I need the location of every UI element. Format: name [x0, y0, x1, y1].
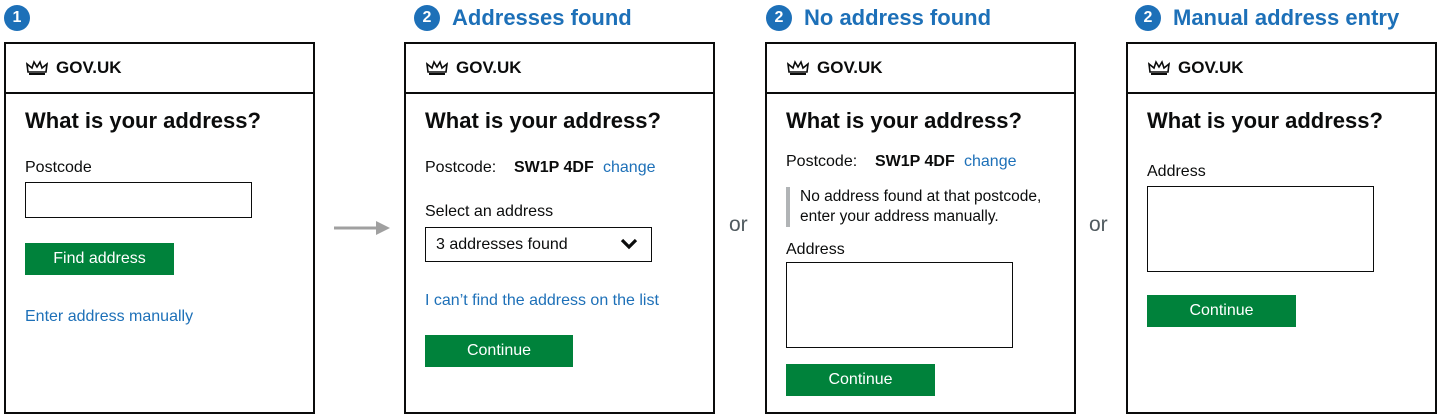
address-select-value: 3 addresses found — [436, 235, 568, 253]
step-number-badge: 2 — [414, 5, 440, 31]
page-heading: What is your address? — [25, 108, 261, 133]
panel-no-address-found: GOV.UK What is your address? Postcode: S… — [765, 42, 1076, 414]
gov-header: GOV.UK — [1128, 44, 1435, 94]
crown-icon — [1148, 60, 1170, 75]
postcode-value: SW1P 4DF — [875, 153, 955, 170]
gov-uk-brand[interactable]: GOV.UK — [817, 58, 883, 78]
step-title: No address found — [804, 5, 992, 30]
crown-icon — [426, 60, 448, 75]
panel-postcode-lookup: GOV.UK What is your address? Postcode Fi… — [4, 42, 315, 414]
enter-address-manually-link[interactable]: Enter address manually — [25, 308, 193, 326]
gov-uk-brand[interactable]: GOV.UK — [456, 58, 522, 78]
continue-button[interactable]: Continue — [786, 364, 935, 396]
gov-uk-brand[interactable]: GOV.UK — [1178, 58, 1244, 78]
continue-button[interactable]: Continue — [425, 335, 573, 367]
page-heading: What is your address? — [1147, 108, 1383, 133]
step-title: Addresses found — [452, 5, 632, 30]
postcode-label: Postcode — [25, 159, 92, 176]
address-label: Address — [1147, 163, 1206, 180]
gov-uk-brand[interactable]: GOV.UK — [56, 58, 122, 78]
step-1-heading: 1 — [4, 4, 30, 32]
crown-icon — [787, 60, 809, 75]
address-label: Address — [786, 241, 845, 258]
page-heading: What is your address? — [425, 108, 661, 133]
page-heading: What is your address? — [786, 108, 1022, 133]
panel-addresses-found: GOV.UK What is your address? Postcode: S… — [404, 42, 715, 414]
inset-line: No address found at that postcode, — [800, 188, 1042, 205]
crown-icon — [26, 60, 48, 75]
find-address-button[interactable]: Find address — [25, 243, 174, 275]
gov-header: GOV.UK — [6, 44, 313, 94]
address-textarea[interactable] — [1147, 186, 1374, 272]
gov-header: GOV.UK — [767, 44, 1074, 94]
no-address-inset-text: No address found at that postcode, enter… — [786, 187, 1066, 227]
address-textarea[interactable] — [786, 262, 1013, 348]
select-address-label: Select an address — [425, 203, 554, 220]
postcode-value: SW1P 4DF — [514, 159, 594, 176]
address-select[interactable]: 3 addresses found — [425, 227, 652, 262]
gov-header: GOV.UK — [406, 44, 713, 94]
step-number-badge: 2 — [1135, 5, 1161, 31]
postcode-label: Postcode: — [425, 159, 497, 176]
change-postcode-link[interactable]: change — [964, 153, 1017, 171]
or-connector: or — [729, 213, 748, 236]
step-title: Manual address entry — [1173, 5, 1400, 30]
postcode-label: Postcode: — [786, 153, 858, 170]
chevron-down-icon — [620, 238, 638, 250]
postcode-input[interactable] — [25, 182, 252, 218]
cant-find-address-link[interactable]: I can’t find the address on the list — [425, 292, 659, 310]
arrow-right-icon — [334, 221, 390, 235]
step-number-badge: 1 — [4, 5, 30, 31]
panel-manual-address-entry: GOV.UK What is your address? Address Con… — [1126, 42, 1437, 414]
step-2-heading-addresses-found: 2 Addresses found — [414, 4, 632, 32]
or-connector: or — [1089, 213, 1108, 236]
step-number-badge: 2 — [766, 5, 792, 31]
inset-line: enter your address manually. — [800, 208, 999, 225]
change-postcode-link[interactable]: change — [603, 159, 656, 177]
step-2-heading-manual-entry: 2 Manual address entry — [1135, 4, 1399, 32]
continue-button[interactable]: Continue — [1147, 295, 1296, 327]
step-2-heading-no-address-found: 2 No address found — [766, 4, 991, 32]
